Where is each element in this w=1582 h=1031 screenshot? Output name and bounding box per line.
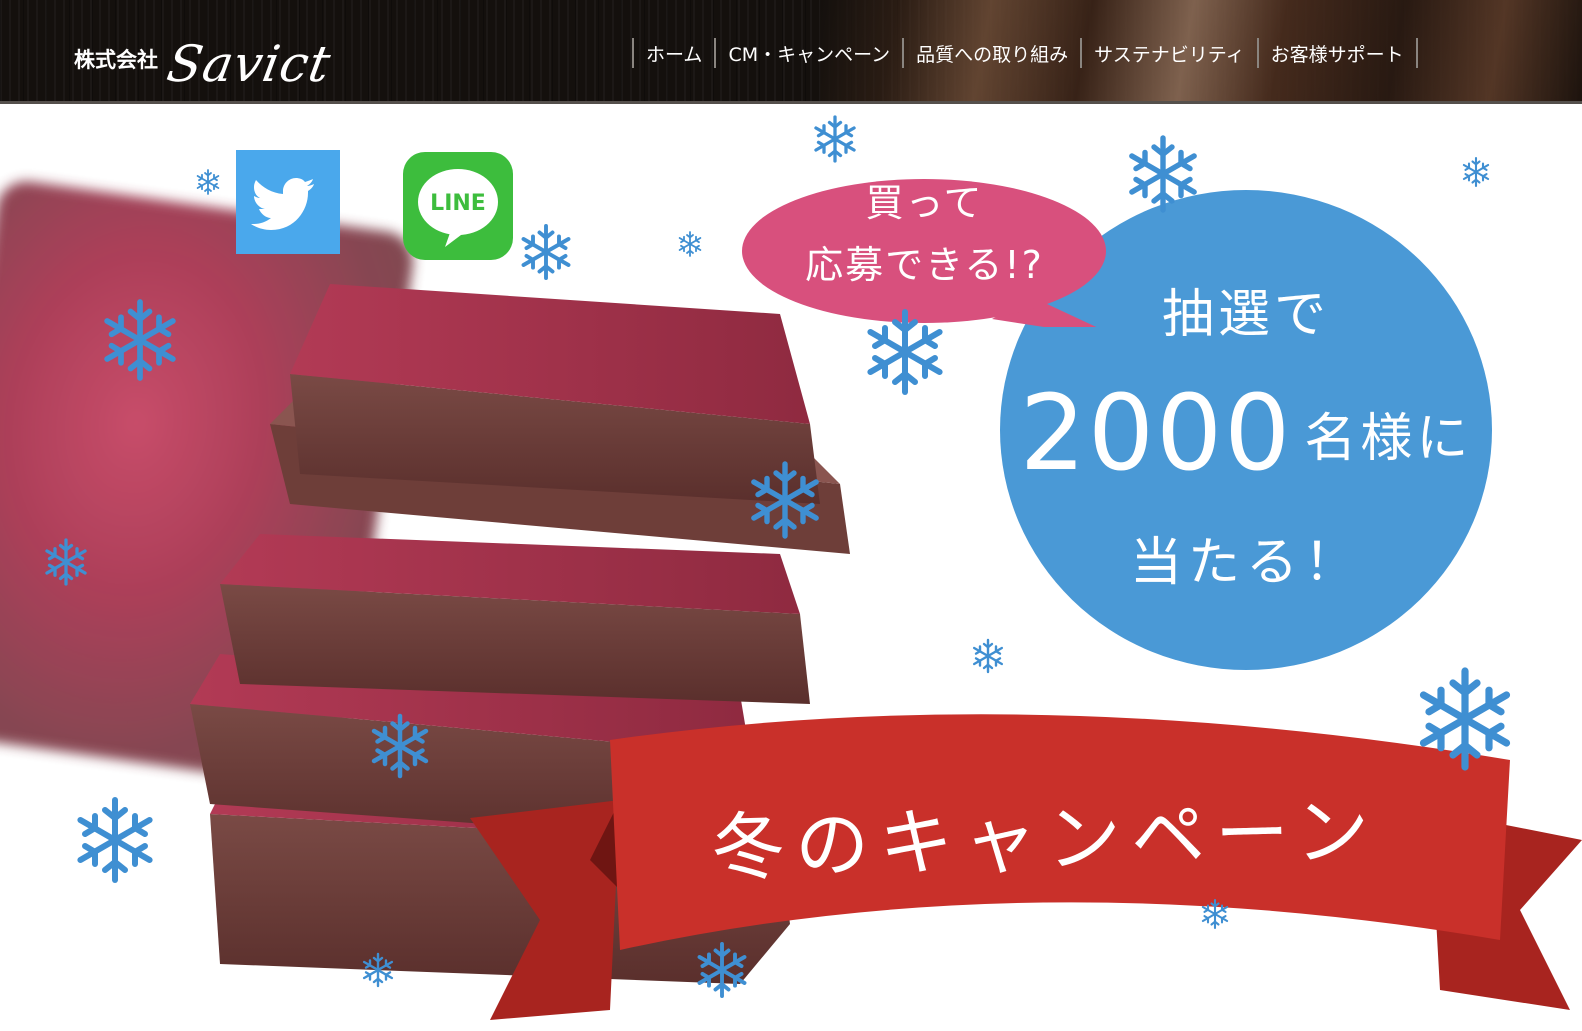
- snowflake-icon: [521, 224, 571, 280]
- twitter-share-button[interactable]: [236, 150, 340, 254]
- nav-separator: [1415, 38, 1418, 68]
- line-chat-icon: LINE: [418, 169, 498, 247]
- snowflake-icon: [972, 638, 1004, 674]
- speech-bubble-line1: 買って: [865, 181, 984, 225]
- prize-line3: 当たる！: [1129, 533, 1362, 593]
- snowflake-icon: [1462, 156, 1490, 188]
- prize-count-line: 2000 名様に: [1000, 372, 1492, 494]
- line-logo-text: LINE: [430, 191, 486, 216]
- line-share-button[interactable]: LINE: [403, 152, 513, 260]
- snowflake-icon: [678, 231, 702, 257]
- snowflake-icon: [80, 800, 149, 880]
- site-header: 株式会社 Savict ホーム CM・キャンペーン 品質への取り組み サステナビ…: [0, 0, 1582, 104]
- nav-item-quality[interactable]: 品質への取り組み: [904, 40, 1080, 67]
- prize-line1: 抽選で: [1161, 285, 1330, 345]
- logo-brand-name: Savict: [162, 35, 336, 93]
- campaign-hero: LINE 買って 応募できる!? 抽選で 2000 名様に 当たる！ 冬のキャンペ…: [0, 104, 1582, 1031]
- campaign-title: 冬のキャンペーン: [710, 788, 1381, 892]
- logo-corp-label: 株式会社: [74, 48, 158, 72]
- nav-item-cm-campaign[interactable]: CM・キャンペーン: [716, 40, 902, 67]
- site-logo[interactable]: 株式会社 Savict: [74, 22, 336, 93]
- prize-count-suffix: 名様に: [1304, 408, 1473, 469]
- snowflake-icon: [196, 169, 220, 195]
- nav-item-support[interactable]: お客様サポート: [1259, 40, 1416, 67]
- twitter-bird-icon: [251, 178, 314, 230]
- prize-count-number: 2000: [1019, 372, 1293, 494]
- main-nav: ホーム CM・キャンペーン 品質への取り組み サステナビリティ お客様サポート: [632, 36, 1418, 70]
- snowflake-icon: [814, 115, 856, 163]
- nav-item-home[interactable]: ホーム: [634, 40, 714, 67]
- nav-item-sustainability[interactable]: サステナビリティ: [1082, 40, 1256, 67]
